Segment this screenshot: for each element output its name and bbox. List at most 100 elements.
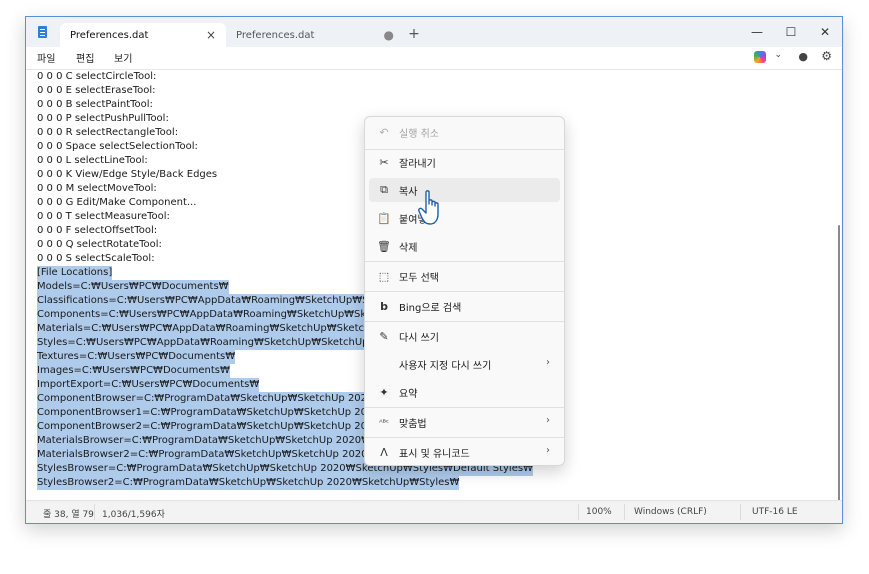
- text-line: 0 0 0 Space selectSelectionTool:: [37, 141, 198, 152]
- selected-text-line: StylesBrowser2=C:₩ProgramData₩SketchUp₩S…: [37, 476, 460, 490]
- menu-item-rewrite[interactable]: ✎ 다시 쓰기: [369, 324, 560, 348]
- paste-icon: 📋: [377, 211, 391, 225]
- copy-icon: ⧉: [380, 183, 388, 196]
- gear-icon[interactable]: ⚙: [821, 49, 832, 63]
- menu-item-delete[interactable]: 🗑 삭제: [369, 234, 560, 258]
- chevron-right-icon: ›: [546, 357, 550, 368]
- text-line: 0 0 0 S selectScaleTool:: [37, 253, 155, 264]
- menu-item-cut[interactable]: ✂ 잘라내기: [369, 150, 560, 174]
- status-divider: [578, 504, 579, 520]
- spellcheck-icon: ᴬᴮᶜ: [379, 417, 389, 427]
- selected-text-line: Materials=C:₩Users₩PC₩AppData₩Roaming₩Sk…: [37, 322, 394, 336]
- menu-bar: 파일 편집 보기 ⌄ ● ⚙: [26, 47, 842, 70]
- menu-item-label: Bing으로 검색: [399, 302, 462, 314]
- menu-divider: [365, 261, 564, 262]
- text-line: 0 0 0 R selectRectangleTool:: [37, 127, 179, 138]
- title-bar: Preferences.dat × Preferences.dat ● + — …: [26, 17, 842, 47]
- menu-item-label: 표시 및 유니코드: [399, 448, 470, 460]
- menu-item-label: 복사: [399, 186, 418, 198]
- text-line: 0 0 0 L selectLineTool:: [37, 155, 148, 166]
- selected-text-line: ComponentBrowser1=C:₩ProgramData₩SketchU…: [37, 406, 390, 420]
- menu-item-label: 잘라내기: [399, 158, 436, 170]
- tab-preferences-inactive[interactable]: Preferences.dat ●: [226, 23, 404, 47]
- selected-text-line: Components=C:₩Users₩PC₩AppData₩Roaming₩S…: [37, 308, 396, 322]
- chevron-right-icon: ›: [546, 415, 550, 426]
- menu-item-label: 다시 쓰기: [399, 332, 439, 344]
- selected-text-line: MaterialsBrowser=C:₩ProgramData₩SketchUp…: [37, 434, 393, 448]
- menu-divider: [365, 407, 564, 408]
- minimize-button[interactable]: —: [740, 17, 774, 47]
- menu-item-copy[interactable]: ⧉ 복사: [369, 178, 560, 202]
- menu-file[interactable]: 파일: [37, 50, 55, 65]
- new-tab-button[interactable]: +: [404, 24, 424, 44]
- text-line: 0 0 0 T selectMeasureTool:: [37, 211, 170, 222]
- close-window-button[interactable]: ✕: [808, 17, 842, 47]
- menu-item-custom-rewrite[interactable]: 사용자 지정 다시 쓰기 ›: [369, 352, 560, 376]
- menu-item-display-unicode[interactable]: Λ 표시 및 유니코드 ›: [369, 440, 560, 464]
- menu-item-label: 맞춤법: [399, 418, 427, 430]
- chevron-right-icon: ›: [546, 445, 550, 456]
- text-line: 0 0 0 K View/Edge Style/Back Edges: [37, 169, 218, 180]
- select-all-icon: ⬚: [378, 269, 390, 283]
- summary-icon: ✦: [379, 385, 389, 399]
- menu-divider: [365, 321, 564, 322]
- selected-text-line: MaterialsBrowser2=C:₩ProgramData₩SketchU…: [37, 448, 390, 462]
- menu-item-label: 사용자 지정 다시 쓰기: [399, 360, 492, 372]
- text-line: 0 0 0 C selectCircleTool:: [37, 71, 157, 82]
- menu-divider: [365, 291, 564, 292]
- menu-divider: [365, 437, 564, 438]
- cursor-position: 줄 38, 열 79: [43, 510, 94, 520]
- selected-text-line: ImportExport=C:₩Users₩PC₩Documents₩: [37, 378, 260, 392]
- selected-text-line: ComponentBrowser=C:₩ProgramData₩SketchUp…: [37, 392, 390, 406]
- menu-item-undo[interactable]: ↶ 실행 취소: [369, 120, 560, 144]
- selected-text-line: Styles=C:₩Users₩PC₩AppData₩Roaming₩Sketc…: [37, 336, 398, 350]
- selected-text-line: Classifications=C:₩Users₩PC₩AppData₩Roam…: [37, 294, 396, 308]
- selected-text-line: Textures=C:₩Users₩PC₩Documents₩: [37, 350, 236, 364]
- status-divider: [624, 504, 625, 520]
- copilot-icon[interactable]: [754, 51, 766, 63]
- tab-preferences-active[interactable]: Preferences.dat ×: [60, 23, 226, 47]
- encoding[interactable]: UTF-16 LE: [752, 507, 798, 517]
- selected-text-line: Models=C:₩Users₩PC₩Documents₩: [37, 280, 229, 294]
- menu-item-label: 실행 취소: [399, 128, 439, 140]
- unsaved-dot-icon[interactable]: ●: [384, 28, 394, 42]
- bing-icon: b: [380, 299, 388, 313]
- account-icon[interactable]: ●: [798, 50, 808, 63]
- text-line: 0 0 0 G Edit/Make Component...: [37, 197, 197, 208]
- line-ending[interactable]: Windows (CRLF): [634, 507, 707, 517]
- vertical-scrollbar[interactable]: [838, 225, 840, 501]
- text-line: 0 0 0 F selectOffsetTool:: [37, 225, 158, 236]
- scissors-icon: ✂: [379, 155, 389, 169]
- rewrite-icon: ✎: [379, 329, 389, 343]
- menu-item-search-bing[interactable]: b Bing으로 검색: [369, 294, 560, 318]
- close-tab-icon[interactable]: ×: [206, 28, 216, 42]
- selected-text-line: ComponentBrowser2=C:₩ProgramData₩SketchU…: [37, 420, 390, 434]
- text-line: 0 0 0 P selectPushPullTool:: [37, 113, 169, 124]
- text-line: 0 0 0 B selectPaintTool:: [37, 99, 153, 110]
- menu-item-label: 요약: [399, 388, 418, 400]
- maximize-button[interactable]: ☐: [774, 17, 808, 47]
- trash-icon: 🗑: [377, 239, 391, 253]
- menu-item-label: 삭제: [399, 242, 418, 254]
- status-divider: [740, 504, 741, 520]
- status-divider: [94, 504, 95, 520]
- menu-item-label: 모두 선택: [399, 272, 439, 284]
- menu-item-paste[interactable]: 📋 붙여넣기: [369, 206, 560, 230]
- selected-text-line: Images=C:₩Users₩PC₩Documents₩: [37, 364, 230, 378]
- undo-icon: ↶: [379, 125, 389, 139]
- menu-item-select-all[interactable]: ⬚ 모두 선택: [369, 264, 560, 288]
- character-count: 1,036/1,596자: [102, 510, 165, 520]
- chevron-down-icon[interactable]: ⌄: [774, 50, 782, 60]
- hand-pointer-icon: [418, 190, 439, 225]
- context-menu: ↶ 실행 취소 ✂ 잘라내기 ⧉ 복사 📋 붙여넣기 🗑 삭제 ⬚ 모두 선택 …: [364, 116, 565, 466]
- tab-label: Preferences.dat: [236, 29, 315, 41]
- text-line: 0 0 0 Q selectRotateTool:: [37, 239, 162, 250]
- menu-item-spelling[interactable]: ᴬᴮᶜ 맞춤법 ›: [369, 410, 560, 434]
- text-line: 0 0 0 M selectMoveTool:: [37, 183, 157, 194]
- menu-edit[interactable]: 편집: [76, 50, 94, 65]
- zoom-level[interactable]: 100%: [586, 507, 612, 517]
- status-bar: 줄 38, 열 79 1,036/1,596자 100% Windows (CR…: [26, 500, 842, 523]
- menu-item-summarize[interactable]: ✦ 요약: [369, 380, 560, 404]
- menu-view[interactable]: 보기: [114, 50, 132, 65]
- notepad-icon: [38, 26, 47, 38]
